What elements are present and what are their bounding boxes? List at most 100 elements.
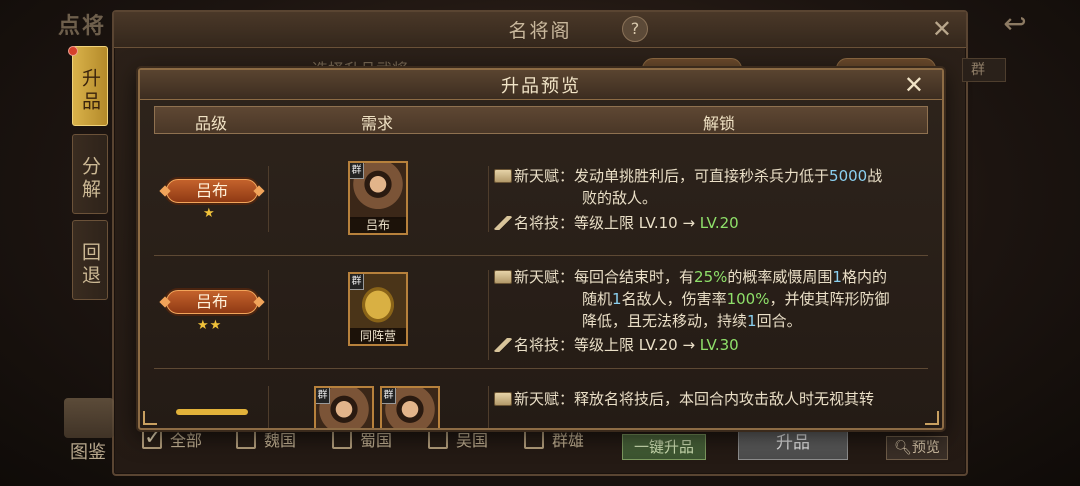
filter-wu[interactable]: 吴国 <box>428 428 488 450</box>
filter-checkbox[interactable] <box>142 425 162 450</box>
filter-label: 吴国 <box>456 431 489 450</box>
frame-corner <box>143 411 157 425</box>
requirement-card[interactable]: 群 同阵营 <box>348 272 408 346</box>
talent-label: 新天赋： <box>514 268 575 286</box>
brush-icon <box>494 338 512 352</box>
back-button[interactable]: ↩ <box>990 8 1040 40</box>
faction-tag: 群 <box>350 274 364 290</box>
talent-value: 25% <box>694 268 728 286</box>
filter-checkbox[interactable] <box>524 429 544 449</box>
column-unlock: 解锁 <box>703 114 736 133</box>
faction-filter-tag[interactable]: 群 <box>962 58 1006 82</box>
filter-label: 蜀国 <box>360 431 393 450</box>
tab-revert[interactable]: 回退 <box>72 220 108 300</box>
dialog-title: 升品预览 <box>501 76 581 97</box>
row-divider <box>154 368 928 369</box>
window-title: 名将阁 <box>508 20 572 42</box>
tab-upgrade[interactable]: 升品 <box>72 46 108 126</box>
skill-line: 名将技：等级上限 LV.10 → LV.20 <box>494 212 739 234</box>
filter-label: 魏国 <box>264 431 297 450</box>
skill-label: 名将技： <box>514 336 575 354</box>
talent-text: 战 <box>867 167 883 185</box>
talent-text: 的概率威慑周围 <box>727 268 833 286</box>
talent-text: ，并使其阵形防御 <box>769 290 890 308</box>
star-rating: ★ <box>203 206 216 221</box>
talent-label: 新天赋： <box>514 167 575 185</box>
talent-value: 5000 <box>829 167 868 185</box>
skill-new-level: LV.30 <box>699 336 739 354</box>
column-grade: 品级 <box>195 114 228 133</box>
filter-all[interactable]: 全部 <box>142 425 203 450</box>
filter-wei[interactable]: 魏国 <box>236 428 296 450</box>
requirement-card[interactable]: 群 <box>380 386 440 428</box>
column-divider <box>268 270 269 360</box>
window-close-button[interactable]: ✕ <box>932 16 952 42</box>
album-label[interactable]: 图鉴 <box>70 438 106 464</box>
talent-text: 每回合结束时，有 <box>574 268 695 286</box>
frame-corner <box>925 411 939 425</box>
talent-text: 名敌人，伤害率 <box>621 290 727 308</box>
column-divider <box>488 166 489 232</box>
skill-text: 等级上限 LV.20 → <box>574 336 700 354</box>
column-divider <box>268 386 269 428</box>
card-name: 同阵营 <box>350 328 406 344</box>
talent-value: 100% <box>726 290 770 308</box>
grade-badge: 吕布 <box>166 179 258 203</box>
star-rating: ★★ <box>197 318 223 333</box>
filter-label: 群雄 <box>552 431 585 450</box>
column-divider <box>268 166 269 232</box>
talent-line-continued: 败的敌人。 <box>582 189 658 207</box>
talent-value: 1 <box>612 290 622 308</box>
upgrade-button[interactable]: 升品 <box>738 426 848 460</box>
card-name: 吕布 <box>350 217 406 233</box>
requirement-card[interactable]: 群 吕布 <box>348 161 408 235</box>
talent-line: 新天赋：释放名将技后，本回合内攻击敌人时无视其转 <box>494 388 874 410</box>
preview-button[interactable]: 🔍︎预览 <box>886 436 948 460</box>
magnifier-icon: 🔍︎ <box>894 440 912 456</box>
talent-line: 新天赋：发动单挑胜利后，可直接秒杀兵力低于5000战 <box>494 165 882 187</box>
preview-label: 预览 <box>911 440 940 456</box>
skill-line: 名将技：等级上限 LV.20 → LV.30 <box>494 334 739 356</box>
column-requirement: 需求 <box>361 114 394 133</box>
background-page-title: 点将 <box>58 14 107 39</box>
column-divider <box>488 270 489 360</box>
brush-icon <box>494 216 512 230</box>
window-header: 名将阁 ? ✕ <box>114 12 966 48</box>
filter-qun[interactable]: 群雄 <box>524 428 584 450</box>
talent-value: 1 <box>747 312 757 330</box>
talent-text: 降低，且无法移动，持续 <box>582 312 748 330</box>
row-divider <box>154 255 928 256</box>
dialog-close-button[interactable]: ✕ <box>904 70 924 100</box>
talent-text: 释放名将技后，本回合内攻击敌人时无视其转 <box>574 390 875 408</box>
talent-label: 新天赋： <box>514 390 575 408</box>
help-button[interactable]: ? <box>622 16 648 42</box>
requirement-card[interactable]: 群 <box>314 386 374 428</box>
notification-dot <box>68 46 78 56</box>
skill-text: 等级上限 LV.10 → <box>574 214 700 232</box>
filter-checkbox[interactable] <box>428 429 448 449</box>
filter-checkbox[interactable] <box>236 429 256 449</box>
album-book-icon[interactable] <box>64 398 114 438</box>
talent-text: 随机 <box>582 290 613 308</box>
filter-shu[interactable]: 蜀国 <box>332 428 392 450</box>
faction-tag: 群 <box>316 388 330 404</box>
filter-label: 全部 <box>170 431 203 450</box>
talent-text: 格内的 <box>841 268 887 286</box>
one-key-upgrade-button[interactable]: 一键升品 <box>622 434 706 460</box>
scroll-icon <box>494 270 512 284</box>
talent-text: 回合。 <box>756 312 802 330</box>
upgrade-preview-dialog: 升品预览 ✕ 品级 需求 解锁 吕布 ★ 群 吕布 新天赋：发动单挑胜利后，可直… <box>138 68 944 430</box>
talent-text: 发动单挑胜利后，可直接秒杀兵力低于 <box>574 167 830 185</box>
skill-new-level: LV.20 <box>699 214 739 232</box>
scroll-icon <box>494 392 512 406</box>
tab-decompose[interactable]: 分解 <box>72 134 108 214</box>
talent-value: 1 <box>832 268 842 286</box>
column-divider <box>488 386 489 428</box>
filter-checkbox[interactable] <box>332 429 352 449</box>
faction-tag: 群 <box>350 163 364 179</box>
grade-badge-partial <box>176 409 248 415</box>
grade-badge: 吕布 <box>166 290 258 314</box>
talent-line-continued: 降低，且无法移动，持续1回合。 <box>582 310 802 332</box>
talent-line: 新天赋：每回合结束时，有25%的概率威慑周围1格内的 <box>494 266 887 288</box>
skill-label: 名将技： <box>514 214 575 232</box>
